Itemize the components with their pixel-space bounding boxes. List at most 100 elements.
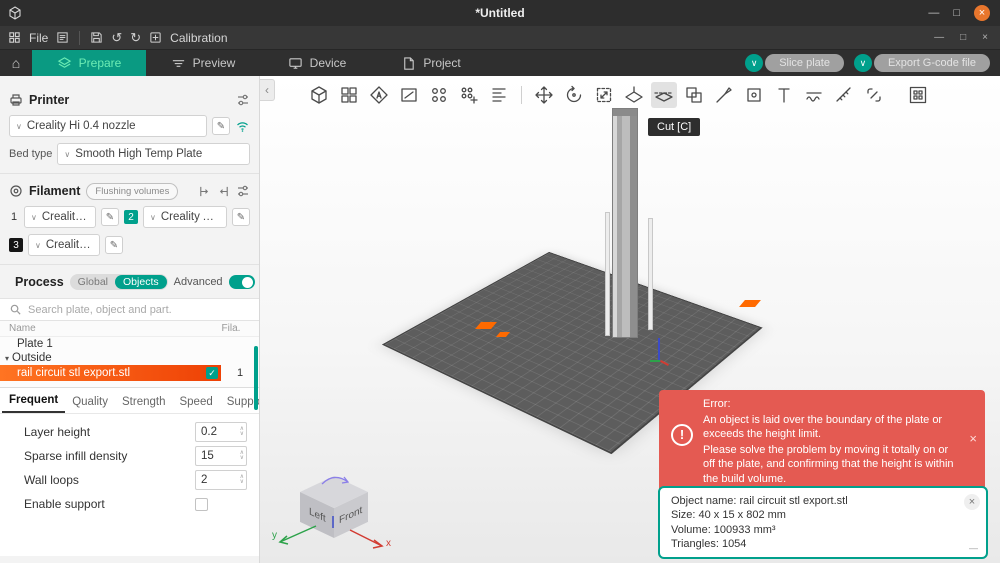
home-button[interactable]: ⌂ [0,50,32,76]
save-icon[interactable] [90,31,103,44]
app-grid-icon[interactable] [8,31,21,44]
tab-prepare[interactable]: Prepare [32,50,146,76]
seam-painting-icon[interactable] [741,82,767,108]
slice-options-dropdown[interactable]: ∨ [745,54,764,72]
mesh-boolean-icon[interactable] [681,82,707,108]
sparse-infill-input[interactable] [201,450,231,462]
calibration-icon[interactable] [149,31,162,44]
flatten-icon[interactable] [621,82,647,108]
error-close-button[interactable]: × [969,430,977,447]
filament-add-icon[interactable] [217,185,230,198]
plate-z-axis-marker [658,338,660,362]
param-tab-quality[interactable]: Quality [65,391,115,413]
toolbar-separator [521,86,522,104]
menu-calibration[interactable]: Calibration [170,31,227,45]
printer-settings-icon[interactable] [236,93,250,107]
export-gcode-button[interactable]: Export G-code file [873,54,990,72]
viewport-3d[interactable]: ‹ Cut [C] Left Front x y ! Error: An obj… [260,76,1000,563]
cut-icon[interactable] [651,82,677,108]
sidebar-scrollbar[interactable] [254,346,258,410]
sparse-infill-input-box: ∧ ∨ [195,446,247,466]
orientation-gizmo[interactable]: Left Front x y [270,472,400,560]
scale-icon[interactable] [591,82,617,108]
object-thin-pillar-right[interactable] [648,218,653,330]
param-tabbar: Frequent Quality Strength Speed Support … [0,387,259,414]
object-thin-pillar-left[interactable] [605,212,610,336]
export-options-dropdown[interactable]: ∨ [853,54,872,72]
chevron-down-icon: ∨ [16,121,22,131]
filament-map-icon[interactable] [198,185,211,198]
menu-file[interactable]: File [29,31,48,45]
wifi-icon[interactable] [235,119,250,133]
assemble-icon[interactable] [306,82,332,108]
tab-preview[interactable]: Preview [146,50,260,76]
redo-icon[interactable]: ↻ [130,30,141,46]
param-tab-speed[interactable]: Speed [172,391,219,413]
bed-type-select[interactable]: ∨ Smooth High Temp Plate [57,143,250,165]
info-close-button[interactable]: × [964,494,980,510]
filament-3-select[interactable]: ∨ Creality A... [28,234,100,256]
edit-filament-2-button[interactable]: ✎ [232,208,250,226]
fuzzy-skin-icon[interactable] [801,82,827,108]
wall-loops-input[interactable] [201,474,231,486]
triangle-down-icon[interactable]: ▾ [5,354,9,363]
edit-filament-3-button[interactable]: ✎ [105,236,123,254]
object-rail-tower[interactable] [612,108,638,338]
param-tab-strength[interactable]: Strength [115,391,172,413]
filament-settings-icon[interactable] [236,184,250,198]
scope-objects-option[interactable]: Objects [115,275,167,289]
tab-device[interactable]: Device [260,50,374,76]
layer-height-input[interactable] [201,426,231,438]
flushing-volumes-button[interactable]: Flushing volumes [86,182,179,200]
edit-printer-button[interactable]: ✎ [212,117,230,135]
assembly-view-icon[interactable] [861,82,887,108]
text-tool-icon[interactable] [771,82,797,108]
edit-filament-1-button[interactable]: ✎ [101,208,119,226]
window-maximize-button[interactable]: □ [953,7,960,19]
tree-row-outside[interactable]: ▾ Outside [0,351,259,365]
search-input[interactable] [28,303,250,316]
scope-global-option[interactable]: Global [71,275,115,289]
slice-plate-button[interactable]: Slice plate [765,54,844,72]
object-visible-checkbox[interactable]: ✓ [206,367,218,379]
doc-maximize-button[interactable]: □ [960,32,966,43]
rotate-icon[interactable] [561,82,587,108]
fill-bed-icon[interactable] [426,82,452,108]
filament-2-select[interactable]: ∨ Creality ABS [143,206,227,228]
advanced-toggle[interactable] [228,275,255,289]
wall-loops-stepper[interactable]: ∧ ∨ [240,474,244,485]
array-icon[interactable] [336,82,362,108]
undo-icon[interactable]: ↺ [111,30,122,46]
arrange-icon[interactable] [905,82,931,108]
enable-support-checkbox[interactable] [195,497,208,511]
menu-list-icon[interactable] [56,31,69,44]
layer-height-stepper[interactable]: ∧ ∨ [240,426,244,437]
object-tree: Plate 1 ▾ Outside rail circuit stl expor… [0,337,259,381]
sparse-infill-stepper[interactable]: ∧ ∨ [240,450,244,461]
printer-preset-select[interactable]: ∨ Creality Hi 0.4 nozzle [9,115,207,137]
filament-1-select[interactable]: ∨ Creality A... [24,206,96,228]
process-scope-segmented: Global Objects [69,274,168,290]
support-painting-icon[interactable] [711,82,737,108]
bed-type-value: Smooth High Temp Plate [75,148,203,160]
tab-project[interactable]: Project [374,50,488,76]
menubar-separator [79,30,81,45]
window-close-button[interactable]: × [974,5,990,21]
tree-row-plate[interactable]: Plate 1 [0,337,259,351]
clone-objects-icon[interactable] [456,82,482,108]
doc-close-button[interactable]: × [982,32,988,43]
wall-loops-label: Wall loops [24,473,79,487]
param-tab-frequent[interactable]: Frequent [2,389,66,413]
variable-layer-height-icon[interactable] [486,82,512,108]
move-icon[interactable] [531,82,557,108]
collapse-panel-button[interactable]: ‹ [260,79,275,101]
measure-icon[interactable] [831,82,857,108]
info-collapse-button[interactable]: — [969,543,978,555]
doc-minimize-button[interactable]: — [934,32,944,43]
auto-orient-icon[interactable] [396,82,422,108]
pencil-icon: ✎ [236,211,246,223]
window-minimize-button[interactable]: — [928,7,939,19]
lay-on-face-icon[interactable] [366,82,392,108]
tree-row-object[interactable]: rail circuit stl export.stl ✓ 1 [0,365,259,381]
error-notification: ! Error: An object is laid over the boun… [659,390,985,496]
